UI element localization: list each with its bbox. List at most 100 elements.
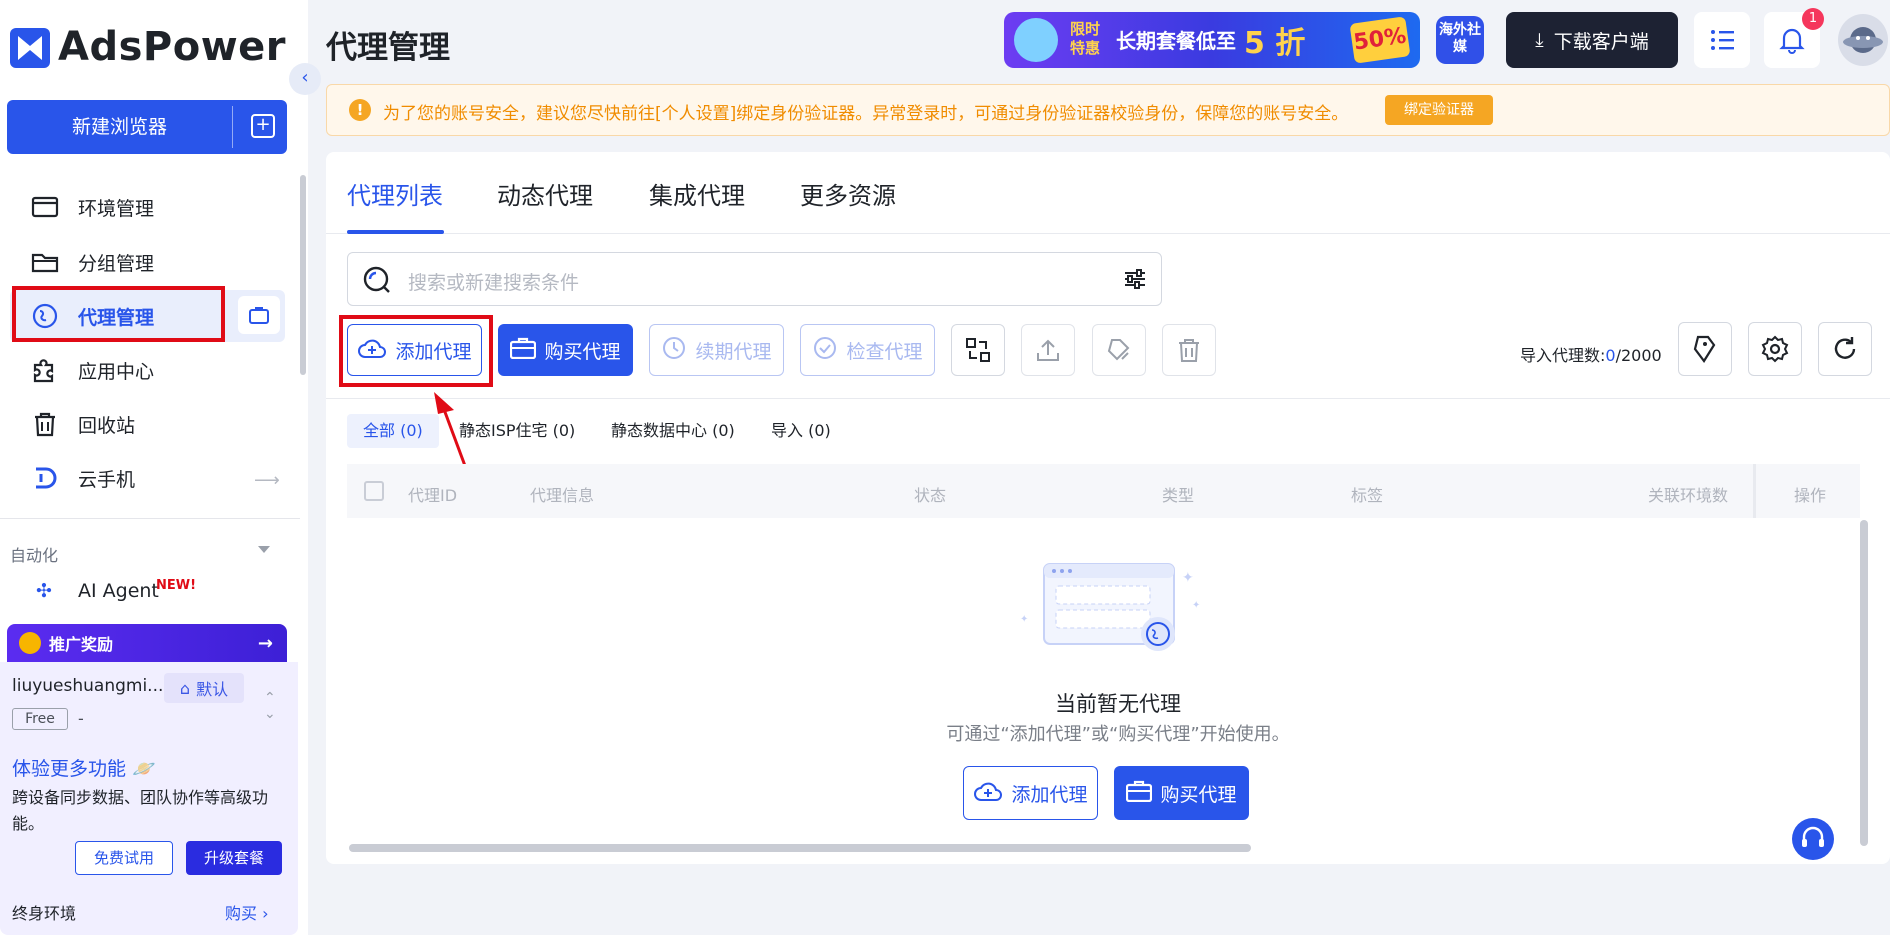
horizontal-scrollbar[interactable] bbox=[349, 844, 1251, 852]
promo-label: 推广奖励 bbox=[49, 635, 114, 654]
bind-authenticator-button[interactable]: 绑定验证器 bbox=[1385, 95, 1493, 125]
download-icon: ⤓ bbox=[1535, 29, 1544, 51]
free-trial-button[interactable]: 免费试用 bbox=[75, 841, 173, 875]
select-all-checkbox[interactable] bbox=[364, 481, 384, 501]
browser-window-icon bbox=[30, 192, 60, 222]
export-button[interactable] bbox=[1021, 324, 1075, 376]
filter-tab-import[interactable]: 导入 (0) bbox=[755, 414, 847, 448]
check-circle-icon bbox=[812, 335, 838, 366]
new-browser-button[interactable]: 新建浏览器 + bbox=[7, 100, 287, 154]
collapse-sidebar-button[interactable]: ‹ bbox=[289, 63, 321, 95]
sidebar-item-ai-agent[interactable]: ✣ AI Agent bbox=[36, 580, 159, 602]
promo-banner[interactable]: 限时 特惠 长期套餐低至 5 折 50% bbox=[1004, 12, 1420, 68]
settings-button[interactable] bbox=[1748, 322, 1802, 376]
filter-tab-datacenter[interactable]: 静态数据中心 (0) bbox=[595, 414, 751, 448]
sidebar-item-label: 云手机 bbox=[78, 468, 136, 491]
headset-icon bbox=[1802, 826, 1824, 847]
sidebar-item-label: 应用中心 bbox=[78, 360, 155, 383]
empty-title: 当前暂无代理 bbox=[1055, 692, 1181, 716]
swap-icon bbox=[966, 338, 990, 362]
overseas-social-button[interactable]: 海外社媒 bbox=[1436, 16, 1484, 64]
batch-add-icon[interactable]: + bbox=[251, 114, 275, 138]
arrow-right-icon: → bbox=[257, 632, 273, 654]
upgrade-plan-button[interactable]: 升级套餐 bbox=[186, 841, 282, 875]
filter-tab-all[interactable]: 全部 (0) bbox=[347, 414, 439, 448]
page-title: 代理管理 bbox=[326, 30, 450, 66]
trash-icon bbox=[1179, 339, 1199, 362]
vertical-scrollbar[interactable] bbox=[1860, 520, 1868, 846]
mascot-icon bbox=[1014, 18, 1058, 62]
chevron-down-icon[interactable] bbox=[258, 546, 270, 553]
banner-badge: 50% bbox=[1349, 16, 1411, 64]
promo-bar[interactable]: 推广奖励 → bbox=[7, 624, 287, 662]
folder-icon bbox=[30, 247, 60, 277]
new-badge: NEW! bbox=[156, 578, 197, 593]
cloud-add-icon bbox=[973, 780, 1003, 807]
support-chat-button[interactable] bbox=[1792, 818, 1834, 860]
security-alert: ! 为了您的账号安全，建议您尽快前往[个人设置]绑定身份验证器。异常登录时，可通… bbox=[326, 84, 1890, 136]
swap-proxy-button[interactable] bbox=[951, 324, 1005, 376]
experience-desc: 跨设备同步数据、团队协作等高级功能。 bbox=[12, 788, 269, 833]
sidebar-item-env[interactable]: 环境管理 bbox=[30, 183, 280, 231]
import-count: 导入代理数:0/2000 bbox=[1520, 346, 1662, 365]
list-icon bbox=[1711, 30, 1734, 50]
column-header: 类型 bbox=[1162, 486, 1195, 505]
cloud-phone-icon bbox=[30, 463, 60, 493]
empty-add-proxy-button[interactable]: 添加代理 bbox=[963, 766, 1098, 820]
check-proxy-button[interactable]: 检查代理 bbox=[800, 324, 935, 376]
sidebar-scrollbar[interactable] bbox=[300, 175, 306, 375]
search-input[interactable]: 搜索或新建搜索条件 bbox=[408, 268, 579, 295]
avatar[interactable] bbox=[1838, 14, 1888, 66]
sidebar-item-label: 回收站 bbox=[78, 414, 136, 437]
task-list-button[interactable] bbox=[1694, 12, 1750, 68]
svg-text:✦: ✦ bbox=[1182, 570, 1194, 586]
search-box[interactable]: 搜索或新建搜索条件 bbox=[347, 252, 1162, 306]
highlight-frame bbox=[12, 286, 225, 342]
arrow-right-icon: ⟶ bbox=[254, 470, 280, 491]
banner-highlight: 5 折 bbox=[1244, 26, 1306, 61]
banner-text: 长期套餐低至 bbox=[1116, 29, 1236, 53]
tag-edit-icon bbox=[1107, 339, 1130, 361]
warning-icon: ! bbox=[349, 99, 371, 121]
experience-title: 体验更多功能 🪐 bbox=[12, 758, 156, 780]
sidebar-item-label: 环境管理 bbox=[78, 197, 155, 220]
buy-proxy-button[interactable]: 购买代理 bbox=[498, 324, 633, 376]
empty-buy-proxy-button[interactable]: 购买代理 bbox=[1114, 766, 1249, 820]
sidebar-item-groups[interactable]: 分组管理 bbox=[30, 238, 280, 286]
column-header: 状态 bbox=[914, 486, 947, 505]
renew-proxy-button[interactable]: 续期代理 bbox=[649, 324, 784, 376]
sidebar-item-cloud-phone[interactable]: 云手机 bbox=[30, 454, 280, 502]
upload-icon bbox=[1037, 339, 1059, 361]
tab-proxy-list[interactable]: 代理列表 bbox=[347, 176, 443, 211]
refresh-icon bbox=[1834, 337, 1856, 359]
ai-agent-icon: ✣ bbox=[36, 580, 52, 602]
coin-icon bbox=[19, 632, 41, 654]
refresh-button[interactable] bbox=[1818, 322, 1872, 376]
sidebar-item-label: 分组管理 bbox=[78, 252, 155, 275]
planet-icon: 🪐 bbox=[132, 758, 156, 780]
tag-manage-button[interactable] bbox=[1678, 322, 1732, 376]
filter-settings-icon[interactable] bbox=[1123, 267, 1147, 295]
tag-edit-button[interactable] bbox=[1092, 324, 1146, 376]
buy-link[interactable]: 购买 › bbox=[225, 900, 269, 924]
tab-dynamic-proxy[interactable]: 动态代理 bbox=[497, 176, 593, 211]
trash-icon bbox=[30, 409, 60, 439]
notification-count-badge: 1 bbox=[1802, 8, 1824, 30]
sidebar-item-label: AI Agent bbox=[78, 580, 159, 602]
bell-icon bbox=[1779, 28, 1805, 54]
gear-icon bbox=[1761, 335, 1789, 363]
delete-button[interactable] bbox=[1162, 324, 1216, 376]
sidebar-item-apps[interactable]: 应用中心 bbox=[30, 346, 280, 394]
tab-integrated-proxy[interactable]: 集成代理 bbox=[649, 176, 745, 211]
download-client-button[interactable]: ⤓ 下载客户端 bbox=[1506, 12, 1678, 68]
lifetime-env-label: 终身环境 bbox=[12, 904, 77, 923]
automation-section-label: 自动化 bbox=[10, 546, 59, 565]
svg-text:✦: ✦ bbox=[1020, 614, 1028, 625]
adspower-logo-icon bbox=[10, 28, 50, 68]
column-header: 操作 bbox=[1794, 486, 1827, 505]
puzzle-icon bbox=[30, 355, 60, 385]
tab-more-resources[interactable]: 更多资源 bbox=[800, 176, 896, 211]
logo-text: AdsPower bbox=[58, 24, 287, 70]
column-header: 代理信息 bbox=[530, 486, 595, 505]
sidebar-item-recycle[interactable]: 回收站 bbox=[30, 400, 280, 448]
